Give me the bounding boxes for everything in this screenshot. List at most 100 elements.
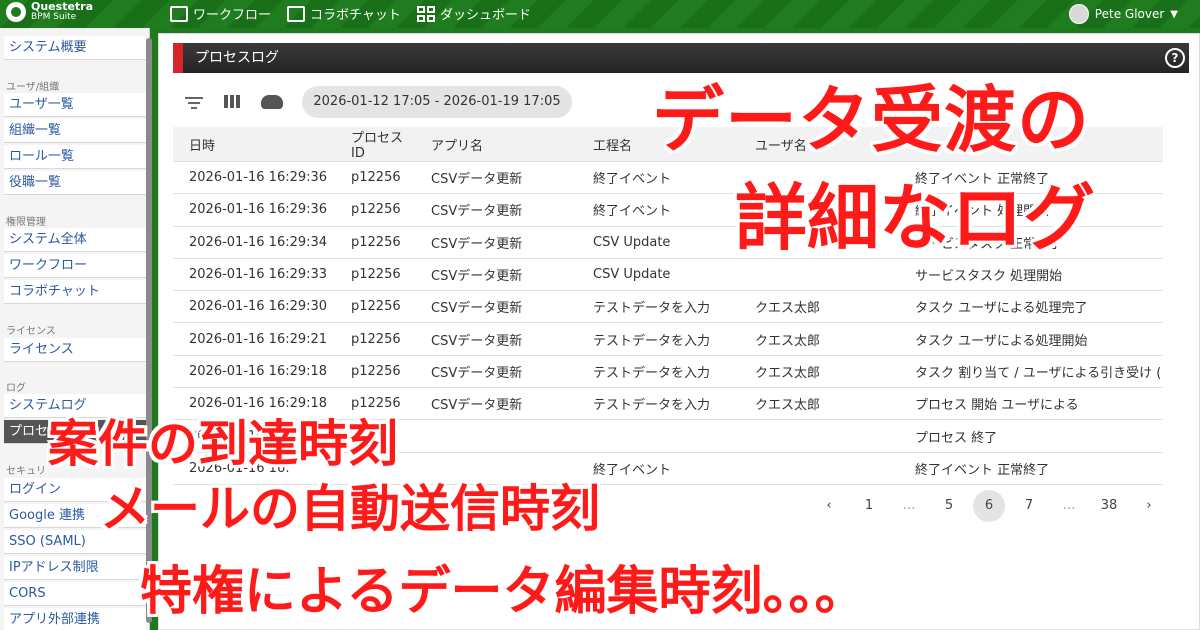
sidebar-item-position-list[interactable]: 役職一覧 (4, 171, 146, 195)
app-logo[interactable]: Questetra BPM Suite (6, 0, 94, 22)
cell-user-name: クエス太郎 (739, 290, 899, 324)
overlay-caption-5: 特権によるデータ編集時刻。。。 (140, 562, 867, 622)
cell-datetime: 2026-01-16 16:29:21 (173, 322, 335, 356)
overlay-caption-3: 案件の到達時刻 (48, 415, 398, 473)
cell-step-name: 終了イベント (577, 452, 739, 485)
brand-name: Questetra (31, 0, 94, 13)
overlay-caption-2: 詳細なログ (735, 176, 1096, 260)
sidebar-item-cors[interactable]: CORS (4, 582, 146, 606)
table-row[interactable]: 2026-01-16 16:29:30 p12256 CSVデータ更新 テストデータを… (173, 290, 1163, 324)
cell-step-name: テストデータを入力 (577, 387, 739, 421)
cloud-download-icon[interactable] (261, 95, 283, 109)
cell-datetime: 2026-01-16 16:29:36 (173, 161, 335, 195)
cell-app-name: CSVデータ更新 (415, 193, 577, 227)
cell-app-name: CSVデータ更新 (415, 355, 577, 389)
cell-user-name: クエス太郎 (739, 355, 899, 389)
sidebar-item-system-wide[interactable]: システム全体 (4, 228, 146, 252)
nav-chat[interactable]: コラボチャット (287, 4, 401, 23)
sidebar-item-org-list[interactable]: 組織一覧 (4, 119, 146, 143)
page-button[interactable]: 7 (1009, 490, 1049, 522)
cell-app-name: CSVデータ更新 (415, 161, 577, 195)
sidebar-item-collab-chat[interactable]: コラボチャット (4, 280, 146, 304)
cell-process-id: p12256 (335, 226, 415, 259)
cell-process-id: p12256 (335, 193, 415, 227)
page-ellipsis: … (902, 498, 916, 513)
column-header-process-id[interactable]: プロセスID (335, 127, 415, 162)
sidebar-item-user-list[interactable]: ユーザ一覧 (4, 93, 146, 117)
nav-dashboard[interactable]: ダッシュボード (417, 4, 531, 23)
cell-step-name: CSV Update (577, 258, 739, 292)
table-row[interactable]: 2026-01-16 16:29:21 p12256 CSVデータ更新 テストデータを… (173, 322, 1163, 356)
page-title: プロセスログ (195, 50, 279, 66)
sidebar-item-license[interactable]: ライセンス (4, 338, 146, 362)
sidebar-item-system-overview[interactable]: システム概要 (4, 36, 146, 60)
nav-workflow[interactable]: ワークフロー (170, 4, 271, 23)
cell-step-name: CSV Update (577, 226, 739, 259)
cell-user-name (739, 419, 899, 453)
cell-operation: タスク 割り当て / ユーザによる引き受け ( (899, 355, 1163, 389)
chevron-down-icon: ▼ (1170, 8, 1178, 20)
date-range-filter[interactable]: 2026-01-12 17:05 - 2026-01-19 17:05 (302, 86, 572, 118)
page-button[interactable]: 1 (849, 490, 889, 522)
help-icon[interactable]: ? (1165, 48, 1185, 68)
dashboard-icon (417, 5, 435, 22)
sidebar-caption-permissions: 権限管理 (6, 217, 46, 228)
cell-user-name (739, 258, 899, 292)
pagination: ‹ 1 … 5 6 7 … 38 › (809, 490, 1169, 522)
table-row[interactable]: 2026-01-16 16:29:18 p12256 CSVデータ更新 テストデータを… (173, 355, 1163, 389)
cell-app-name (415, 419, 577, 453)
page-button[interactable]: 38 (1089, 490, 1129, 522)
cell-process-id: p12256 (335, 322, 415, 356)
columns-icon[interactable] (224, 95, 240, 108)
workflow-icon (170, 5, 188, 22)
brand-subtitle: BPM Suite (31, 12, 77, 22)
cell-app-name: CSVデータ更新 (415, 258, 577, 292)
cell-step-name: テストデータを入力 (577, 322, 739, 356)
prev-page-button[interactable]: ‹ (809, 490, 849, 522)
current-page-button[interactable]: 6 (973, 490, 1005, 522)
cell-app-name: CSVデータ更新 (415, 226, 577, 259)
cell-app-name: CSVデータ更新 (415, 322, 577, 356)
cell-process-id: p12256 (335, 290, 415, 324)
cell-step-name: テストデータを入力 (577, 290, 739, 324)
cell-operation: プロセス 開始 ユーザによる (899, 387, 1163, 421)
cell-user-name (739, 452, 899, 485)
sidebar-item-app-external[interactable]: アプリ外部連携 (4, 608, 146, 630)
top-bar: Questetra BPM Suite ワークフロー コラボチャット ダッシュボ… (0, 0, 1200, 28)
sidebar-item-role-list[interactable]: ロール一覧 (4, 145, 146, 169)
column-header-datetime[interactable]: 日時 (173, 127, 335, 162)
cell-datetime: 2026-01-16 16:29:34 (173, 226, 335, 259)
sidebar-caption-users: ユーザ/組織 (6, 82, 60, 93)
sidebar-item-workflow[interactable]: ワークフロー (4, 254, 146, 278)
sidebar-item-ip-restriction[interactable]: IPアドレス制限 (4, 556, 146, 580)
user-name: Pete Glover (1094, 7, 1165, 21)
page-button[interactable]: 5 (929, 490, 969, 522)
cell-process-id: p12256 (335, 355, 415, 389)
overlay-caption-1: データ受渡の (652, 78, 1091, 162)
overlay-caption-4: メールの自動送信時刻 (100, 480, 600, 538)
cell-step-name (577, 419, 739, 453)
cell-datetime: 2026-01-16 16:29:18 (173, 355, 335, 389)
cell-step-name: 終了イベント (577, 193, 739, 227)
next-page-button[interactable]: › (1129, 490, 1169, 522)
cell-app-name: CSVデータ更新 (415, 290, 577, 324)
cell-operation: プロセス 終了 (899, 419, 1163, 453)
nav-chat-label: コラボチャット (310, 8, 401, 23)
chat-icon (287, 5, 305, 22)
table-row[interactable]: 2026-01-16 16:29:33 p12256 CSVデータ更新 CSV Upd… (173, 258, 1163, 292)
panel-titlebar: プロセスログ ? (173, 43, 1189, 73)
questetra-logo-icon (6, 2, 26, 22)
cell-operation: タスク ユーザによる処理完了 (899, 290, 1163, 324)
cell-process-id: p12256 (335, 258, 415, 292)
sidebar-caption-log: ログ (6, 383, 26, 394)
cell-datetime: 2026-01-16 16:29:36 (173, 193, 335, 227)
user-menu[interactable]: Pete Glover ▼ (1068, 4, 1178, 24)
title-accent (173, 43, 183, 73)
cell-datetime: 2026-01-16 16:29:30 (173, 290, 335, 324)
filter-icon[interactable] (185, 94, 203, 112)
cell-operation: タスク ユーザによる処理開始 (899, 322, 1163, 356)
sidebar-caption-license: ライセンス (6, 326, 56, 337)
cell-user-name: クエス太郎 (739, 322, 899, 356)
column-header-app-name[interactable]: アプリ名 (415, 127, 577, 162)
cell-datetime: 2026-01-16 16:29:33 (173, 258, 335, 292)
